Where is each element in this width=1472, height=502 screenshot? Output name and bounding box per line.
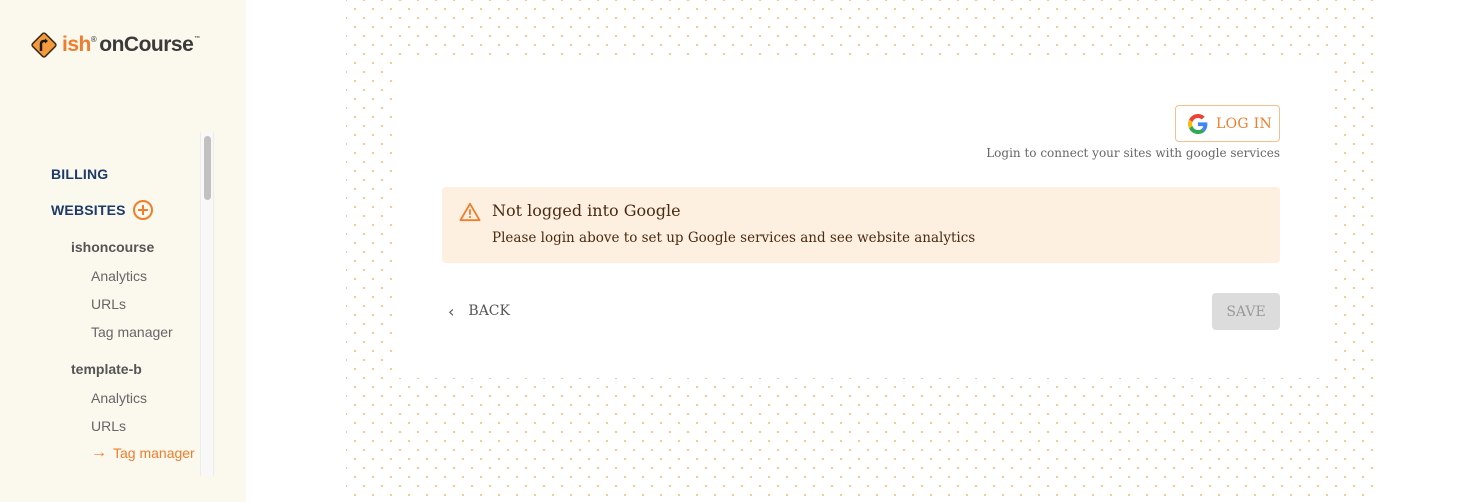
- sidebar-nav: BILLING WEBSITES ishoncourse Analytics U…: [0, 132, 200, 476]
- sidebar-scrollbar[interactable]: [200, 132, 214, 476]
- sidebar-item-label: WEBSITES: [51, 202, 126, 218]
- sidebar-site-template-b[interactable]: template-b: [71, 361, 142, 377]
- logo-registered: ®: [90, 35, 97, 44]
- sidebar-link-urls[interactable]: URLs: [91, 296, 126, 312]
- warning-alert: Not logged into Google Please login abov…: [442, 187, 1280, 263]
- logo-ish: ish: [62, 33, 91, 56]
- logo[interactable]: ish ® onCourse ™: [30, 31, 200, 59]
- warning-icon: [459, 202, 481, 222]
- sidebar-link-label: Tag manager: [113, 445, 195, 461]
- sidebar-site-ishoncourse[interactable]: ishoncourse: [71, 239, 154, 255]
- arrow-right-icon: →: [91, 444, 107, 461]
- google-icon: [1188, 113, 1208, 134]
- road-sign-logo-icon: [30, 31, 58, 59]
- sidebar-item-label: BILLING: [51, 166, 109, 182]
- add-website-icon[interactable]: [132, 200, 153, 220]
- logo-name: onCourse: [99, 33, 194, 56]
- sidebar-link-analytics[interactable]: Analytics: [91, 268, 147, 284]
- chevron-left-icon: ‹: [448, 301, 455, 321]
- sidebar-item-billing[interactable]: BILLING: [51, 166, 108, 182]
- sidebar-link-analytics[interactable]: Analytics: [91, 390, 147, 406]
- alert-message: Please login above to set up Google serv…: [492, 230, 976, 246]
- login-hint-text: Login to connect your sites with google …: [986, 146, 1280, 160]
- login-button-label: LOG IN: [1216, 115, 1272, 132]
- google-login-button[interactable]: LOG IN: [1175, 105, 1280, 142]
- save-button[interactable]: SAVE: [1212, 293, 1280, 330]
- logo-trademark: ™: [194, 36, 200, 42]
- back-button[interactable]: ‹ BACK: [448, 298, 510, 324]
- sidebar-item-websites[interactable]: WEBSITES: [51, 200, 153, 220]
- alert-title: Not logged into Google: [492, 201, 681, 220]
- sidebar-link-tag-manager-active[interactable]: → Tag manager: [91, 444, 195, 462]
- scrollbar-thumb[interactable]: [204, 136, 211, 200]
- sidebar-link-tag-manager[interactable]: Tag manager: [91, 324, 173, 340]
- sidebar-link-urls[interactable]: URLs: [91, 418, 126, 434]
- back-button-label: BACK: [468, 303, 510, 319]
- sidebar: ish ® onCourse ™ BILLING WEBSITES ishonc…: [0, 0, 246, 502]
